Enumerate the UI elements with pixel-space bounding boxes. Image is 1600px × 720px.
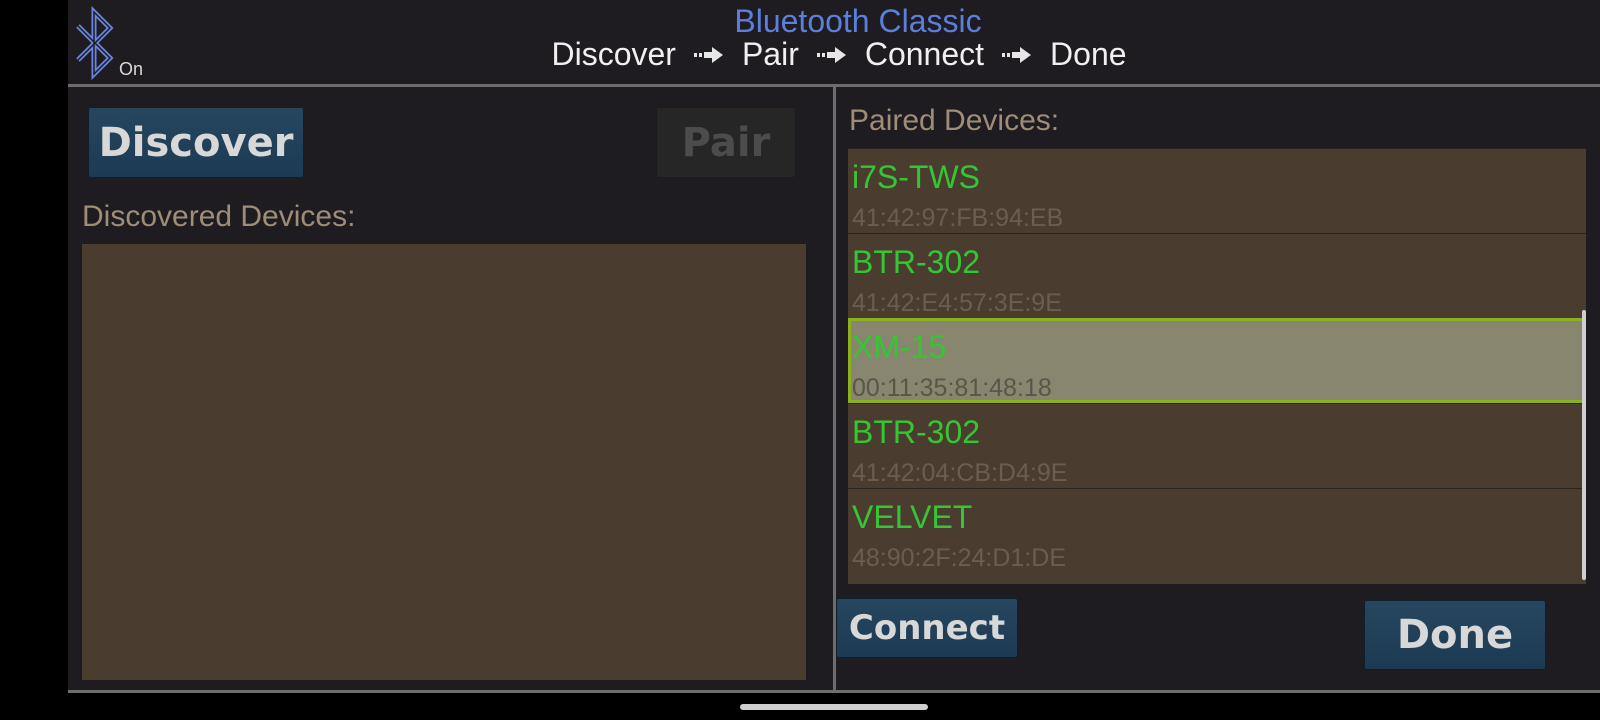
discovered-devices-label: Discovered Devices: <box>82 200 356 233</box>
device-name: BTR-302 <box>852 244 981 280</box>
step-done: Done <box>1050 36 1127 72</box>
device-name: VELVET <box>852 499 973 535</box>
step-connect: Connect <box>864 36 985 72</box>
discover-button[interactable]: Discover <box>88 107 304 178</box>
device-name: i7S-TWS <box>852 159 980 195</box>
device-address: 41:42:04:CB:D4:9E <box>852 459 1068 487</box>
pair-button[interactable]: Pair <box>656 107 796 178</box>
right-arrow-icon <box>1002 46 1032 63</box>
scrollbar[interactable] <box>1582 310 1586 580</box>
right-arrow-icon <box>816 46 846 63</box>
device-address: 48:90:2F:24:D1:DE <box>852 544 1067 572</box>
paired-devices-list[interactable]: i7S-TWS 41:42:97:FB:94:EB BTR-302 41:42:… <box>848 148 1586 584</box>
device-address: 00:11:35:81:48:18 <box>852 374 1052 402</box>
connect-button[interactable]: Connect <box>836 598 1018 658</box>
list-item[interactable]: i7S-TWS 41:42:97:FB:94:EB <box>848 148 1586 233</box>
device-address: 41:42:E4:57:3E:9E <box>852 289 1062 317</box>
paired-devices-label: Paired Devices: <box>849 104 1060 137</box>
step-pair: Pair <box>741 36 799 72</box>
header: On Bluetooth Classic Discover Pair Conne… <box>68 0 1600 84</box>
home-indicator[interactable] <box>740 704 928 710</box>
discovered-devices-list[interactable] <box>82 244 806 680</box>
list-item[interactable]: BTR-302 41:42:04:CB:D4:9E <box>848 403 1586 488</box>
step-discover: Discover <box>551 36 676 72</box>
device-name: BTR-302 <box>852 414 981 450</box>
done-button[interactable]: Done <box>1364 600 1546 670</box>
bottom-divider <box>68 690 1600 693</box>
list-item-selected[interactable]: XM-15 00:11:35:81:48:18 <box>848 318 1586 403</box>
device-address: 41:42:97:FB:94:EB <box>852 204 1064 232</box>
page-title: Bluetooth Classic <box>734 3 982 39</box>
list-item[interactable]: BTR-302 41:42:E4:57:3E:9E <box>848 233 1586 318</box>
right-arrow-icon <box>693 46 723 63</box>
step-flow: Discover Pair Connect Done <box>68 36 1600 73</box>
device-name: XM-15 <box>852 329 947 365</box>
bluetooth-classic-app: On Bluetooth Classic Discover Pair Conne… <box>68 0 1600 693</box>
list-item[interactable]: VELVET 48:90:2F:24:D1:DE <box>848 488 1586 573</box>
